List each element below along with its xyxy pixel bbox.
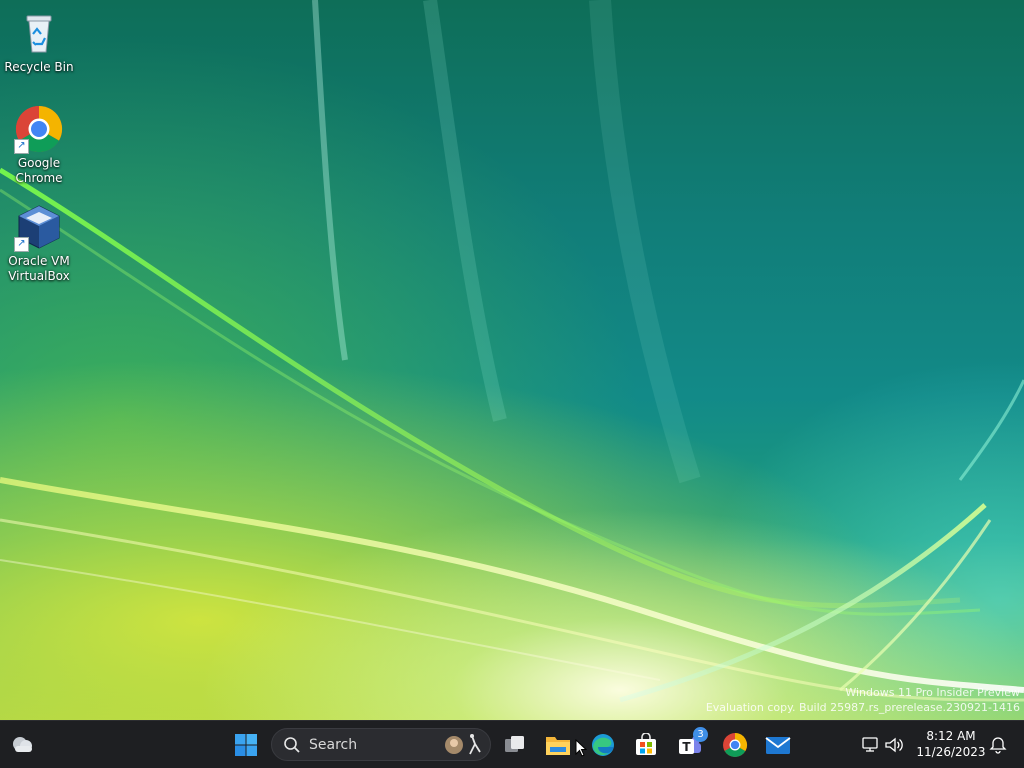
volume-button[interactable] <box>880 727 908 763</box>
shortcut-arrow-icon: ↗ <box>14 139 29 154</box>
weather-cloud-icon <box>13 737 32 752</box>
taskbar-app-edge[interactable] <box>585 727 621 763</box>
notifications-button[interactable] <box>984 727 1012 763</box>
watermark-line1: Windows 11 Pro Insider Preview <box>845 686 1020 699</box>
network-icon <box>862 737 878 752</box>
folder-icon <box>546 737 570 755</box>
task-view-icon <box>505 736 524 752</box>
desktop-icon-google-chrome[interactable]: ↗ Google Chrome <box>1 104 77 186</box>
recycle-bin-icon <box>14 8 64 58</box>
start-button[interactable] <box>228 727 264 763</box>
edge-icon <box>592 734 614 756</box>
desktop-icon-label: Google Chrome <box>15 156 63 185</box>
desktop-icon-label: Oracle VM VirtualBox <box>8 254 70 283</box>
os-watermark: Windows 11 Pro Insider Preview Evaluatio… <box>706 685 1020 715</box>
taskbar-app-teams[interactable]: T 3 <box>672 727 708 763</box>
widgets-button[interactable] <box>4 727 40 763</box>
virtualbox-icon: ↗ <box>14 202 64 252</box>
notification-badge: 3 <box>693 727 708 742</box>
bell-icon <box>989 737 1007 754</box>
clock-date: 11/26/2023 <box>916 745 986 759</box>
mail-icon <box>765 737 791 754</box>
search-icon <box>284 736 300 753</box>
taskbar: Search T 3 8:12 AM 11/26/2023 <box>0 720 1024 768</box>
desktop-icon-virtualbox[interactable]: ↗ Oracle VM VirtualBox <box>1 202 77 284</box>
desktop-icon-recycle-bin[interactable]: Recycle Bin <box>1 8 77 75</box>
chrome-icon <box>723 733 748 758</box>
search-highlight-illustration-icon <box>445 733 481 754</box>
task-view-button[interactable] <box>497 727 533 763</box>
taskbar-app-mail[interactable] <box>760 727 796 763</box>
watermark-line2: Evaluation copy. Build 25987.rs_prerelea… <box>705 701 1020 714</box>
desktop-background: Recycle Bin ↗ Google Chrome ↗ Oracle VM … <box>0 0 1024 720</box>
taskbar-search-box[interactable]: Search <box>271 728 491 761</box>
taskbar-app-chrome[interactable] <box>717 727 753 763</box>
desktop-icon-label: Recycle Bin <box>4 60 74 74</box>
svg-text:T: T <box>682 740 691 754</box>
taskbar-app-file-explorer[interactable] <box>540 727 576 763</box>
wallpaper-waves <box>0 0 1024 703</box>
clock-time: 8:12 AM <box>926 729 976 743</box>
shortcut-arrow-icon: ↗ <box>14 237 29 252</box>
search-label: Search <box>309 736 358 753</box>
windows-logo-icon <box>235 734 257 756</box>
taskbar-app-store[interactable] <box>628 727 664 763</box>
speaker-icon <box>885 737 903 753</box>
store-icon <box>636 733 656 755</box>
clock-button[interactable]: 8:12 AM 11/26/2023 <box>912 727 990 763</box>
chrome-icon: ↗ <box>14 104 64 154</box>
